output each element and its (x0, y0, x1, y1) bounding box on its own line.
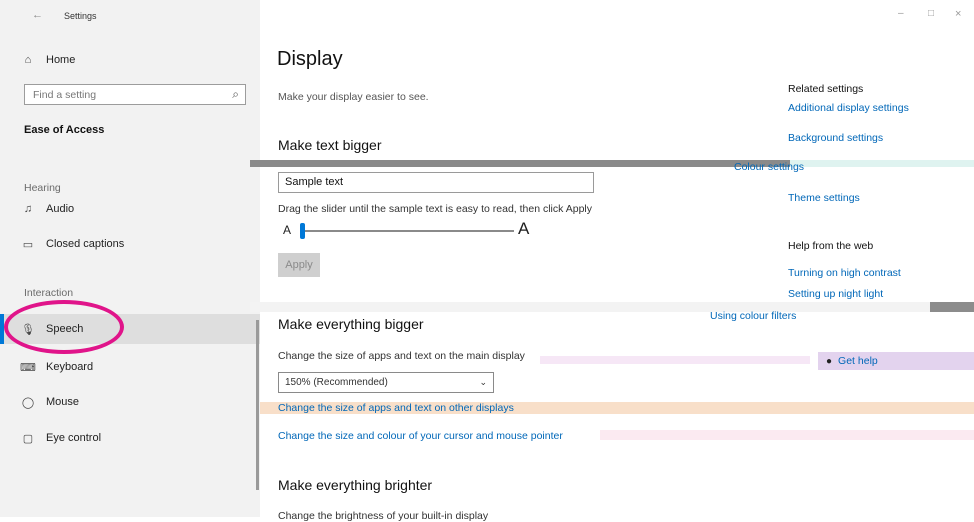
apply-button[interactable]: Apply (278, 253, 320, 277)
sidebar-item-label: Home (46, 54, 76, 66)
page-subtitle: Make your display easier to see. (278, 91, 429, 103)
render-artifact (250, 160, 790, 167)
sidebar-item-label: Closed captions (46, 238, 125, 250)
search-box[interactable]: ⌕ (24, 84, 246, 105)
link-colour-settings[interactable]: Colour settings (734, 161, 804, 173)
sidebar-item-label: Audio (46, 203, 75, 215)
render-artifact (790, 160, 974, 167)
sidebar-item-closed-captions[interactable]: ▭ Closed captions (20, 233, 124, 255)
text-size-slider[interactable] (300, 223, 514, 239)
link-high-contrast[interactable]: Turning on high contrast (788, 267, 901, 279)
section-heading-text-bigger: Make text bigger (278, 137, 382, 153)
help-from-web-title: Help from the web (788, 240, 874, 252)
sidebar-item-label: Mouse (46, 396, 80, 408)
sidebar-item-label: Eye control (46, 432, 102, 444)
render-artifact (930, 302, 974, 312)
get-help-icon: ● (826, 355, 833, 367)
close-button[interactable]: × (955, 8, 961, 20)
keyboard-icon: ⌨ (20, 361, 36, 374)
page-title: Display (277, 48, 343, 70)
scale-description: Change the size of apps and text on the … (278, 350, 525, 362)
sidebar-item-mouse[interactable]: ◯ Mouse (20, 391, 79, 413)
slider-max-label: A (518, 219, 530, 238)
eye-control-icon: ▢ (22, 432, 34, 445)
get-help-label: Get help (838, 355, 878, 367)
scale-dropdown-value: 150% (Recommended) (285, 377, 388, 388)
sidebar-item-eye-control[interactable]: ▢ Eye control (20, 427, 101, 449)
sidebar-item-home[interactable]: ⌂ Home (20, 49, 76, 71)
link-colour-filters[interactable]: Using colour filters (710, 310, 796, 322)
slider-min-label: A (283, 223, 292, 237)
link-theme-settings[interactable]: Theme settings (788, 192, 860, 204)
section-heading-everything-bigger: Make everything bigger (278, 316, 424, 332)
slider-thumb[interactable] (300, 223, 305, 239)
render-artifact (250, 302, 930, 312)
sidebar-item-keyboard[interactable]: ⌨ Keyboard (20, 356, 93, 378)
maximize-button[interactable]: □ (928, 8, 934, 19)
window-title: Settings (64, 11, 97, 21)
get-help-button[interactable]: ● Get help (818, 352, 974, 370)
section-hearing: Hearing (24, 182, 61, 194)
link-night-light[interactable]: Setting up night light (788, 288, 883, 300)
back-icon[interactable]: ← (32, 9, 43, 21)
scale-dropdown[interactable]: 150% (Recommended) ⌄ (278, 372, 494, 393)
render-artifact (600, 430, 974, 440)
link-additional-display-settings[interactable]: Additional display settings (788, 102, 909, 114)
link-other-displays[interactable]: Change the size of apps and text on othe… (278, 402, 514, 414)
sample-text-box: Sample text (278, 172, 594, 193)
sidebar-scrollbar[interactable] (256, 320, 259, 490)
mouse-icon: ◯ (21, 396, 35, 409)
annotation-circle (4, 300, 124, 354)
slider-instruction: Drag the slider until the sample text is… (278, 203, 592, 215)
section-heading-everything-brighter: Make everything brighter (278, 477, 433, 493)
sidebar-item-label: Keyboard (46, 361, 94, 373)
chevron-down-icon: ⌄ (479, 377, 487, 387)
closed-captions-icon: ▭ (22, 238, 34, 251)
search-icon[interactable]: ⌕ (232, 87, 239, 102)
sidebar-item-audio[interactable]: ♫ Audio (20, 198, 74, 220)
minimize-button[interactable]: – (898, 8, 904, 19)
link-background-settings[interactable]: Background settings (788, 132, 883, 144)
link-cursor-settings[interactable]: Change the size and colour of your curso… (278, 430, 563, 442)
related-settings-title: Related settings (788, 83, 864, 95)
search-input[interactable] (31, 87, 215, 102)
render-artifact (540, 356, 810, 364)
category-title: Ease of Access (24, 124, 105, 136)
brightness-description: Change the brightness of your built-in d… (278, 510, 489, 522)
home-icon: ⌂ (24, 54, 32, 66)
section-interaction: Interaction (24, 287, 74, 299)
audio-icon: ♫ (23, 203, 33, 215)
